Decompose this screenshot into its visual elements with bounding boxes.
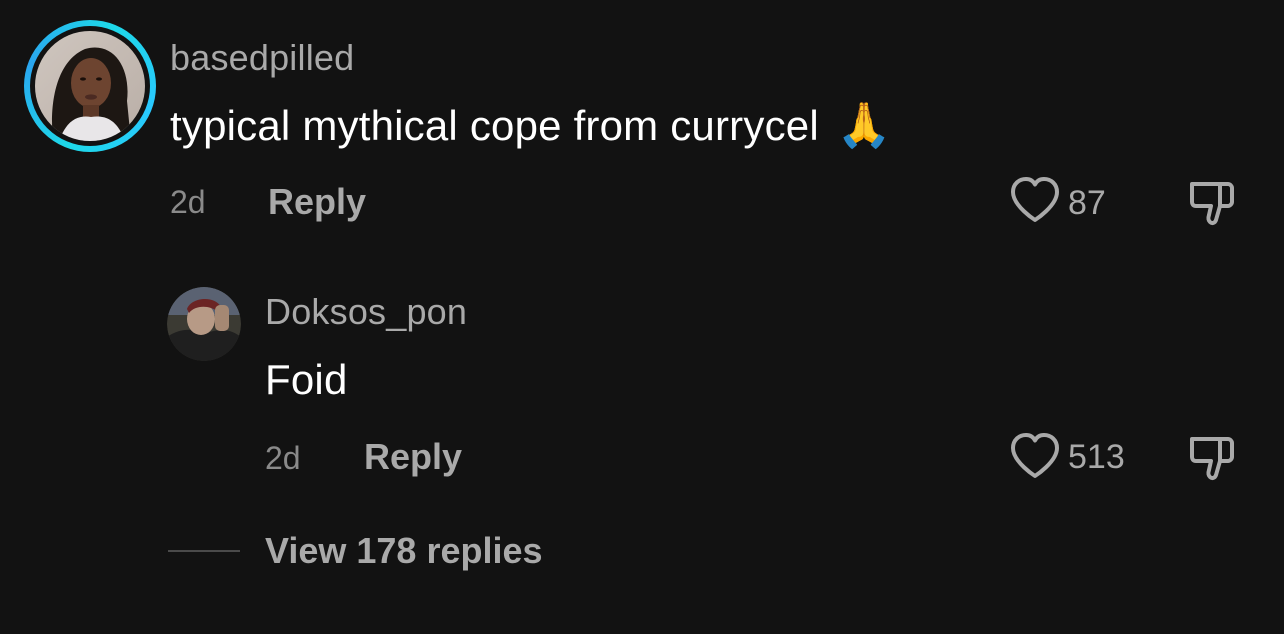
avatar-photo bbox=[167, 287, 241, 361]
reply-avatar[interactable] bbox=[167, 287, 241, 361]
comment-dislike-button[interactable] bbox=[1188, 180, 1236, 226]
comment-like-button[interactable] bbox=[1009, 176, 1061, 224]
reply-like-count: 513 bbox=[1068, 438, 1125, 476]
reply-text: Foid bbox=[265, 356, 348, 403]
thumbs-down-icon bbox=[1190, 182, 1234, 226]
reply-dislike-button[interactable] bbox=[1188, 435, 1236, 481]
reply-reply-button[interactable]: Reply bbox=[364, 439, 462, 475]
reply-timestamp: 2d bbox=[265, 440, 301, 476]
reply-username[interactable]: Doksos_pon bbox=[265, 294, 467, 330]
view-replies-button[interactable]: View 178 replies bbox=[265, 533, 543, 569]
story-avatar[interactable] bbox=[24, 20, 156, 152]
comment-like-count: 87 bbox=[1068, 184, 1106, 222]
comment-username[interactable]: basedpilled bbox=[170, 40, 354, 76]
thumbs-down-icon bbox=[1190, 437, 1234, 481]
reply-like-button[interactable] bbox=[1009, 432, 1061, 480]
comment-text: typical mythical cope from currycel 🙏 bbox=[170, 104, 892, 148]
praying-hands-emoji: 🙏 bbox=[836, 101, 892, 150]
comment-text-body: typical mythical cope from currycel bbox=[170, 102, 819, 149]
avatar-photo bbox=[35, 31, 145, 141]
heart-icon bbox=[1011, 177, 1059, 222]
heart-icon bbox=[1011, 433, 1059, 478]
replies-divider bbox=[168, 550, 240, 552]
comment-timestamp: 2d bbox=[170, 184, 206, 220]
comment-reply-button[interactable]: Reply bbox=[268, 184, 366, 220]
